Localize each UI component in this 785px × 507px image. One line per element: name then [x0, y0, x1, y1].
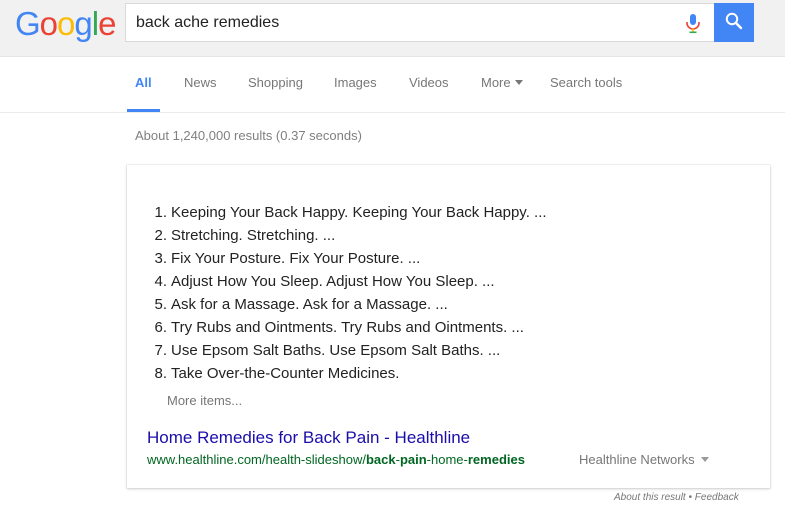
- list-item: 6. Try Rubs and Ointments. Try Rubs and O…: [147, 316, 547, 339]
- answer-list: 1. Keeping Your Back Happy. Keeping Your …: [147, 201, 547, 385]
- list-item: 3. Fix Your Posture. Fix Your Posture. ..…: [147, 247, 547, 270]
- tab-images[interactable]: Images: [334, 75, 377, 90]
- list-number: 5.: [154, 296, 167, 313]
- search-button[interactable]: [714, 3, 754, 42]
- tab-search-tools[interactable]: Search tools: [550, 75, 622, 90]
- search-tabs: All News Shopping Images Videos More Sea…: [0, 57, 785, 113]
- featured-snippet: 1. Keeping Your Back Happy. Keeping Your …: [127, 165, 770, 488]
- list-number: 7.: [154, 342, 167, 359]
- list-text: Fix Your Posture. Fix Your Posture. ...: [171, 250, 421, 267]
- url-separator: -home-: [426, 452, 468, 467]
- result-title-link[interactable]: Home Remedies for Back Pain - Healthline: [147, 428, 470, 448]
- list-number: 4.: [154, 273, 167, 290]
- active-tab-indicator: [127, 109, 160, 112]
- source-name: Healthline Networks: [579, 452, 695, 467]
- about-this-result-link[interactable]: About this result: [614, 492, 686, 503]
- list-item: 7. Use Epsom Salt Baths. Use Epsom Salt B…: [147, 339, 547, 362]
- tab-shopping[interactable]: Shopping: [248, 75, 303, 90]
- list-item: 4. Adjust How You Sleep. Adjust How You S…: [147, 270, 547, 293]
- url-keyword: pain: [399, 452, 427, 467]
- chevron-down-icon: [514, 80, 523, 86]
- list-text: Use Epsom Salt Baths. Use Epsom Salt Bat…: [171, 342, 501, 359]
- logo-letter: e: [98, 5, 116, 42]
- search-box[interactable]: [125, 3, 714, 42]
- list-text: Keeping Your Back Happy. Keeping Your Ba…: [171, 204, 547, 221]
- list-number: 8.: [154, 365, 167, 382]
- logo-letter: g: [74, 5, 92, 42]
- tab-news[interactable]: News: [184, 75, 217, 90]
- list-text: Try Rubs and Ointments. Try Rubs and Oin…: [171, 319, 524, 336]
- tab-more[interactable]: More: [481, 75, 523, 90]
- list-item: 5. Ask for a Massage. Ask for a Massage. …: [147, 293, 547, 316]
- result-stats: About 1,240,000 results (0.37 seconds): [135, 128, 362, 143]
- tab-all[interactable]: All: [135, 75, 152, 90]
- more-items-link[interactable]: More items...: [167, 393, 242, 408]
- list-text: Adjust How You Sleep. Adjust How You Sle…: [171, 273, 495, 290]
- list-text: Stretching. Stretching. ...: [171, 227, 336, 244]
- url-plain: www.healthline.com/health-slideshow/: [147, 452, 366, 467]
- list-item: 8. Take Over-the-Counter Medicines.: [147, 362, 547, 385]
- tab-videos[interactable]: Videos: [409, 75, 449, 90]
- top-bar: Google: [0, 0, 785, 57]
- list-text: Take Over-the-Counter Medicines.: [171, 365, 400, 382]
- list-number: 2.: [154, 227, 167, 244]
- footer-separator: •: [685, 492, 695, 503]
- logo-letter: G: [15, 5, 41, 42]
- mic-icon[interactable]: [684, 13, 702, 34]
- url-keyword: back: [365, 452, 396, 467]
- logo-letter: o: [39, 5, 58, 42]
- snippet-footer: About this result • Feedback: [614, 492, 739, 503]
- list-number: 6.: [154, 319, 167, 336]
- chevron-down-icon: [700, 457, 709, 463]
- list-item: 2. Stretching. Stretching. ...: [147, 224, 547, 247]
- search-icon: [725, 12, 743, 33]
- google-logo[interactable]: Google: [15, 5, 116, 42]
- source-dropdown[interactable]: Healthline Networks: [579, 452, 709, 467]
- list-text: Ask for a Massage. Ask for a Massage. ..…: [171, 296, 448, 313]
- list-number: 1.: [154, 204, 167, 221]
- list-item: 1. Keeping Your Back Happy. Keeping Your …: [147, 201, 547, 224]
- tab-more-label: More: [481, 75, 511, 90]
- logo-letter: o: [57, 5, 75, 42]
- list-number: 3.: [154, 250, 167, 267]
- feedback-link[interactable]: Feedback: [695, 492, 739, 503]
- result-url: www.healthline.com/health-slideshow/back…: [147, 452, 525, 467]
- search-input[interactable]: [136, 4, 676, 41]
- url-keyword: remedies: [467, 452, 525, 467]
